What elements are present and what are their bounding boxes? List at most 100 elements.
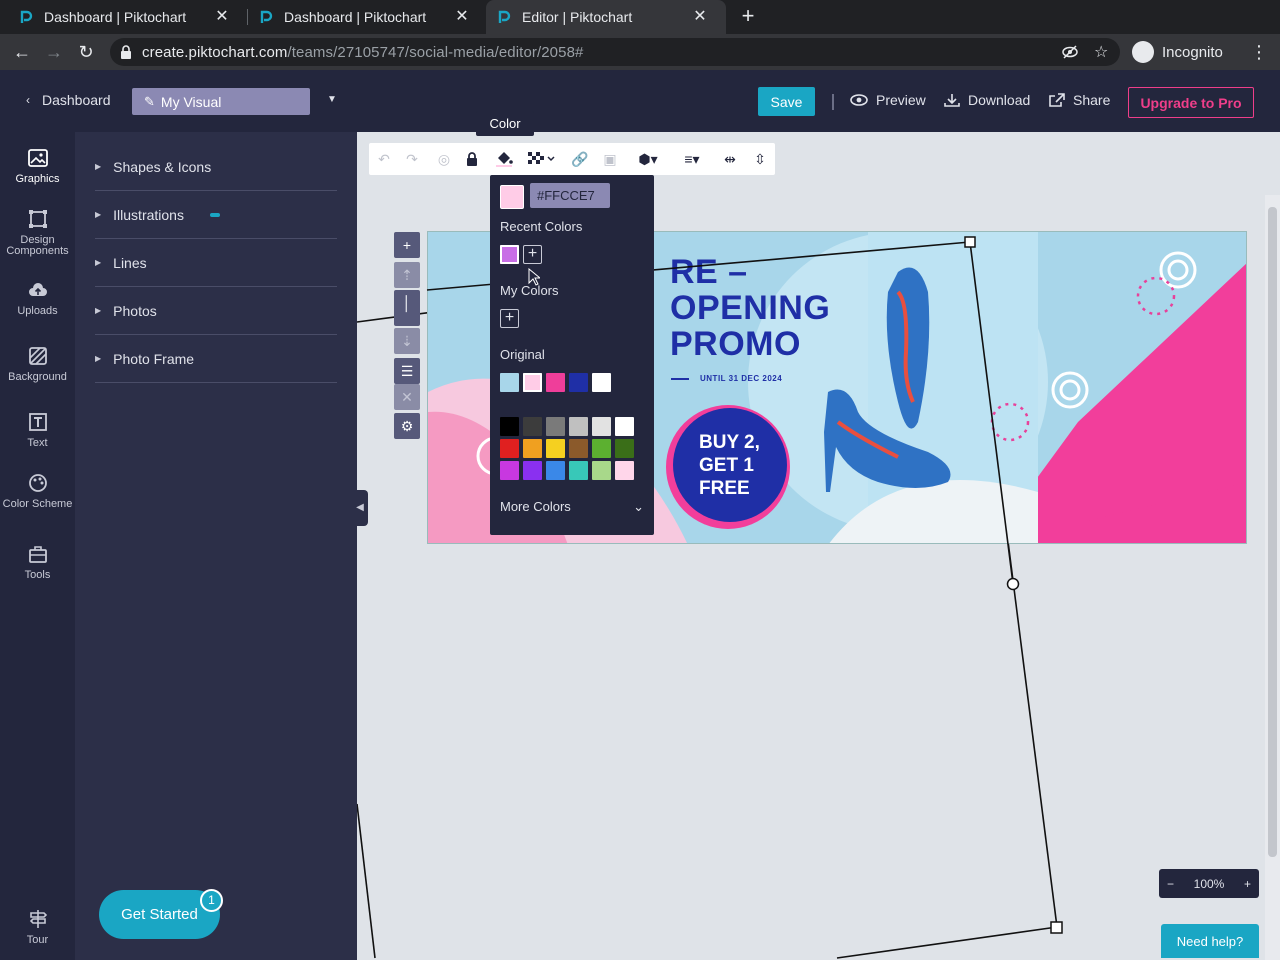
rail-item-background[interactable]: Background — [0, 346, 75, 383]
align-icon[interactable]: ≡▾ — [679, 149, 705, 169]
send-backward-icon[interactable]: ⇣ — [394, 328, 420, 354]
collapse-panel-icon[interactable]: ◀ — [352, 490, 368, 526]
palette-color-swatch[interactable] — [546, 439, 565, 458]
chevron-down-icon[interactable]: ▼ — [327, 94, 337, 105]
zoom-out-button[interactable]: − — [1167, 877, 1174, 891]
transparency-icon[interactable] — [527, 149, 557, 169]
crop-icon[interactable]: ▣ — [599, 149, 621, 169]
palette-color-swatch[interactable] — [592, 417, 611, 436]
close-icon[interactable]: ✕ — [394, 384, 420, 410]
close-icon[interactable]: ✕ — [454, 9, 470, 25]
effects-icon[interactable]: ◎ — [433, 149, 455, 169]
rail-item-uploads[interactable]: Uploads — [0, 280, 75, 317]
undo-icon[interactable]: ↶ — [373, 149, 395, 169]
close-icon[interactable]: ✕ — [214, 9, 230, 25]
category-illustrations[interactable]: ▶ Illustrations — [95, 191, 337, 239]
settings-gear-icon[interactable]: ⚙ — [394, 413, 420, 439]
offer-badge[interactable]: BUY 2, GET 1 FREE — [673, 408, 787, 522]
palette-color-swatch[interactable] — [569, 439, 588, 458]
visual-title: My Visual — [160, 93, 222, 110]
palette-color-swatch[interactable] — [615, 417, 634, 436]
browser-tab-1[interactable]: Dashboard | Piktochart ✕ — [0, 0, 247, 34]
palette-color-swatch[interactable] — [615, 439, 634, 458]
palette-color-swatch[interactable] — [615, 461, 634, 480]
vertical-scrollbar[interactable] — [1265, 195, 1280, 960]
original-color-swatch[interactable] — [592, 373, 611, 392]
redo-icon[interactable]: ↷ — [401, 149, 423, 169]
bookmark-star-icon[interactable]: ☆ — [1094, 42, 1108, 62]
rail-item-color-scheme[interactable]: Color Scheme — [0, 473, 75, 510]
category-photo-frame[interactable]: ▶ Photo Frame — [95, 335, 337, 383]
browser-tab-bar: Dashboard | Piktochart ✕ Dashboard | Pik… — [0, 0, 1280, 34]
close-icon[interactable]: ✕ — [692, 9, 708, 25]
flip-vertical-icon[interactable]: ⇳ — [749, 149, 771, 169]
download-button[interactable]: Download — [944, 92, 1030, 108]
add-recent-color-button[interactable]: + — [523, 245, 542, 264]
recent-color-swatch[interactable] — [500, 245, 519, 264]
original-color-swatch[interactable] — [569, 373, 588, 392]
more-colors-toggle[interactable]: More Colors ⌄ — [500, 499, 644, 515]
forward-arrow-icon[interactable]: → — [44, 42, 64, 62]
link-icon[interactable]: 🔗 — [569, 149, 591, 169]
reload-icon[interactable]: ↻ — [76, 42, 96, 62]
share-button[interactable]: Share — [1049, 92, 1110, 108]
palette-color-swatch[interactable] — [500, 439, 519, 458]
scroll-thumb[interactable] — [1268, 207, 1277, 857]
new-tab-icon[interactable]: + — [738, 5, 758, 27]
rail-label: Tour — [26, 934, 49, 946]
zoom-in-button[interactable]: + — [1244, 877, 1251, 891]
back-arrow-icon[interactable]: ← — [12, 42, 32, 62]
rail-item-tour[interactable]: Tour — [0, 909, 75, 946]
preview-button[interactable]: Preview — [850, 92, 926, 108]
rail-item-graphics[interactable]: Graphics — [0, 148, 75, 185]
mouse-cursor-icon — [528, 268, 540, 286]
palette-color-swatch[interactable] — [500, 461, 519, 480]
add-icon[interactable]: + — [394, 232, 420, 258]
until-date-text[interactable]: UNTIL 31 DEC 2024 — [700, 374, 782, 383]
rail-item-text[interactable]: Text — [0, 412, 75, 449]
palette-color-swatch[interactable] — [523, 417, 542, 436]
eye-off-icon[interactable] — [1062, 45, 1078, 59]
bring-forward-icon[interactable]: ⇡ — [394, 262, 420, 288]
back-to-dashboard-link[interactable]: ‹ Dashboard — [26, 92, 111, 108]
hex-color-input[interactable] — [530, 183, 610, 208]
browser-tab-2[interactable]: Dashboard | Piktochart ✕ — [248, 0, 486, 34]
components-icon — [28, 210, 47, 228]
rail-item-design-components[interactable]: Design Components — [0, 209, 75, 257]
palette-color-swatch[interactable] — [592, 439, 611, 458]
url-text: create.piktochart.com/teams/27105747/soc… — [142, 44, 583, 61]
shape-icon[interactable]: ⬢▾ — [633, 149, 663, 169]
layer-slider-icon[interactable]: │ — [394, 290, 420, 326]
palette-color-swatch[interactable] — [523, 461, 542, 480]
lock-icon[interactable] — [461, 149, 483, 169]
upgrade-to-pro-button[interactable]: Upgrade to Pro — [1128, 87, 1254, 118]
palette-color-swatch[interactable] — [569, 461, 588, 480]
visual-title-input[interactable]: ✎ My Visual — [132, 88, 310, 115]
fill-color-icon[interactable] — [493, 149, 515, 169]
incognito-indicator[interactable]: Incognito — [1132, 38, 1223, 66]
category-shapes-icons[interactable]: ▶ Shapes & Icons — [95, 143, 337, 191]
original-color-swatch[interactable] — [500, 373, 519, 392]
palette-color-swatch[interactable] — [500, 417, 519, 436]
flip-horizontal-icon[interactable]: ⇹ — [719, 149, 741, 169]
palette-color-swatch[interactable] — [569, 417, 588, 436]
browser-tab-3[interactable]: Editor | Piktochart ✕ — [486, 0, 726, 34]
palette-color-swatch[interactable] — [546, 461, 565, 480]
rail-item-tools[interactable]: Tools — [0, 544, 75, 581]
category-photos[interactable]: ▶ Photos — [95, 287, 337, 335]
category-lines[interactable]: ▶ Lines — [95, 239, 337, 287]
layers-icon[interactable]: ☰ — [394, 358, 420, 384]
current-color-swatch[interactable] — [500, 185, 524, 209]
browser-menu-icon[interactable]: ⋮ — [1250, 42, 1268, 62]
original-color-swatch[interactable] — [523, 373, 542, 392]
url-field[interactable]: create.piktochart.com/teams/27105747/soc… — [110, 38, 1120, 66]
save-button[interactable]: Save — [758, 87, 815, 116]
palette-color-swatch[interactable] — [546, 417, 565, 436]
palette-color-swatch[interactable] — [523, 439, 542, 458]
promo-headline[interactable]: RE – OPENING PROMO — [670, 254, 830, 362]
palette-color-swatch[interactable] — [592, 461, 611, 480]
original-color-swatch[interactable] — [546, 373, 565, 392]
add-my-color-button[interactable]: + — [500, 309, 519, 328]
need-help-button[interactable]: Need help? — [1161, 924, 1259, 958]
download-label: Download — [968, 92, 1031, 108]
